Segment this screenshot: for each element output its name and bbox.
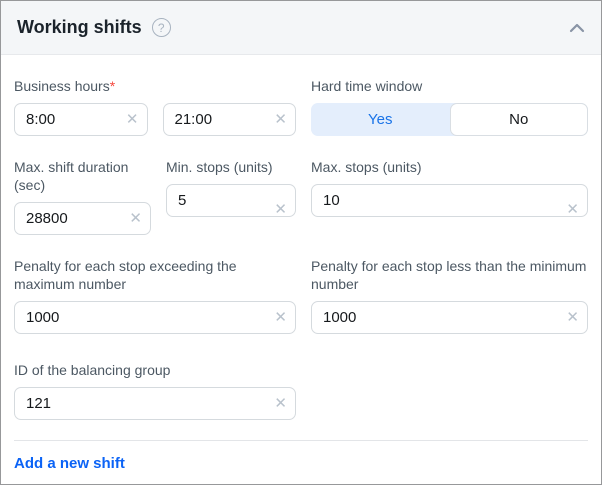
- penalty-exceeding-input[interactable]: [14, 301, 296, 334]
- max-shift-duration-label: Max. shift duration (sec): [14, 158, 151, 194]
- max-stops-wrap: ✕: [311, 184, 588, 235]
- clear-icon[interactable]: ✕: [566, 310, 579, 325]
- field-max-stops: Max. stops (units) ✕: [311, 158, 588, 235]
- clear-icon[interactable]: ✕: [274, 396, 287, 411]
- field-penalty-less: Penalty for each stop less than the mini…: [311, 257, 588, 334]
- toggle-option-yes[interactable]: Yes: [311, 103, 450, 136]
- chevron-up-icon: [569, 23, 585, 33]
- business-hours-from-wrap: ✕: [14, 103, 148, 136]
- row-penalties: Penalty for each stop exceeding the maxi…: [14, 257, 588, 334]
- balancing-group-wrap: ✕: [14, 387, 296, 420]
- business-hours-to-wrap: ✕: [163, 103, 297, 136]
- collapse-button[interactable]: [569, 23, 585, 33]
- toggle-option-no[interactable]: No: [450, 103, 589, 136]
- clear-icon[interactable]: ✕: [274, 310, 287, 325]
- row-stops: Max. shift duration (sec) ✕ Min. stops (…: [14, 158, 588, 235]
- hard-time-window-label: Hard time window: [311, 77, 588, 95]
- field-balancing-group: ID of the balancing group ✕: [14, 361, 296, 420]
- min-stops-label: Min. stops (units): [166, 158, 296, 176]
- penalty-exceeding-wrap: ✕: [14, 301, 296, 334]
- row-business-hours: Business hours* ✕ ✕ Hard time window Y: [14, 77, 588, 136]
- clear-icon[interactable]: ✕: [129, 211, 142, 226]
- penalty-exceeding-label: Penalty for each stop exceeding the maxi…: [14, 257, 296, 293]
- min-stops-wrap: ✕: [166, 184, 296, 235]
- business-hours-label-text: Business hours: [14, 78, 110, 94]
- panel-header: Working shifts ?: [1, 1, 601, 55]
- clear-icon[interactable]: ✕: [274, 202, 287, 217]
- max-stops-label: Max. stops (units): [311, 158, 588, 176]
- penalty-less-wrap: ✕: [311, 301, 588, 334]
- field-hard-time-window: Hard time window Yes No: [311, 77, 588, 136]
- working-shifts-panel: Working shifts ? Business hours* ✕: [0, 0, 602, 485]
- panel-body: Business hours* ✕ ✕ Hard time window Y: [1, 77, 601, 473]
- field-max-shift-duration: Max. shift duration (sec) ✕: [14, 158, 151, 235]
- footer-divider: [14, 440, 588, 441]
- clear-icon[interactable]: ✕: [126, 112, 139, 127]
- field-penalty-exceeding: Penalty for each stop exceeding the maxi…: [14, 257, 296, 334]
- balancing-group-label: ID of the balancing group: [14, 361, 296, 379]
- panel-title: Working shifts: [17, 17, 142, 38]
- penalty-less-label: Penalty for each stop less than the mini…: [311, 257, 588, 293]
- clear-icon[interactable]: ✕: [274, 112, 287, 127]
- hard-time-window-toggle: Yes No: [311, 103, 588, 136]
- penalty-less-input[interactable]: [311, 301, 588, 334]
- field-business-hours: Business hours* ✕ ✕: [14, 77, 296, 136]
- clear-icon[interactable]: ✕: [566, 202, 579, 217]
- max-shift-duration-wrap: ✕: [14, 202, 151, 235]
- row-balancing-group: ID of the balancing group ✕: [14, 361, 588, 420]
- add-new-shift-link[interactable]: Add a new shift: [14, 455, 125, 472]
- business-hours-label: Business hours*: [14, 77, 296, 95]
- max-stops-input[interactable]: [311, 184, 588, 217]
- help-icon[interactable]: ?: [152, 18, 171, 37]
- required-asterisk: *: [110, 78, 115, 94]
- balancing-group-input[interactable]: [14, 387, 296, 420]
- field-min-stops: Min. stops (units) ✕: [166, 158, 296, 235]
